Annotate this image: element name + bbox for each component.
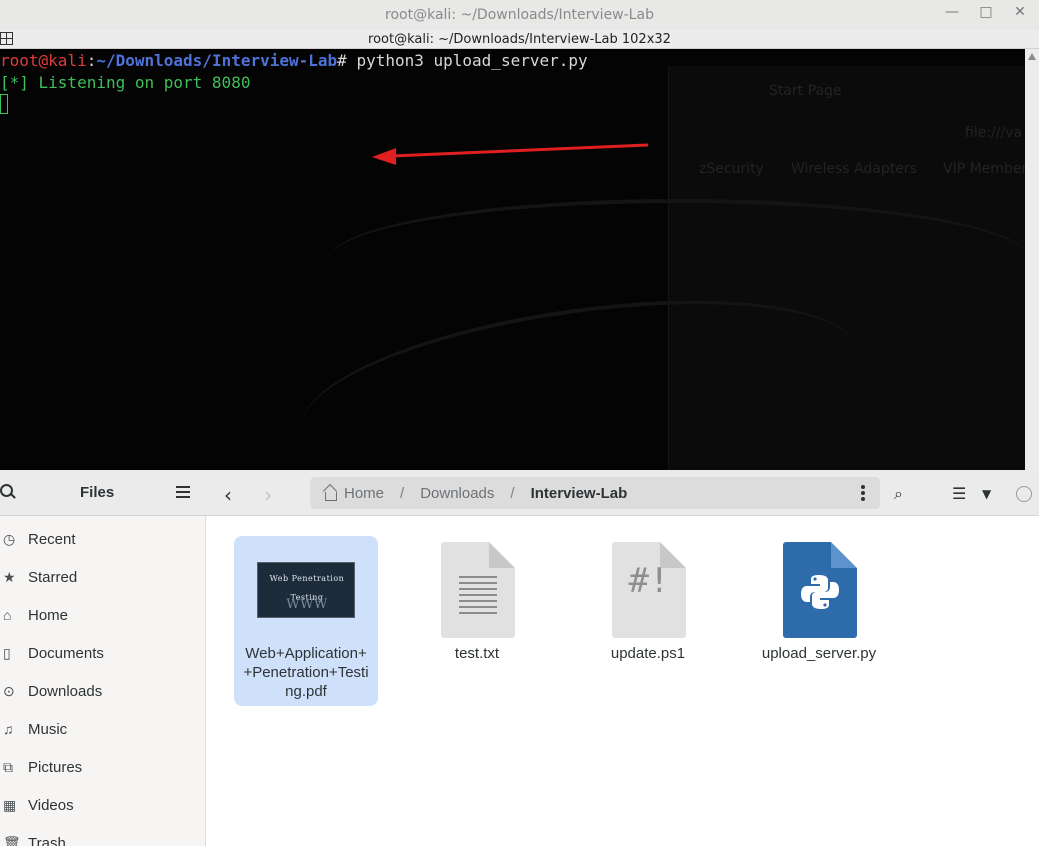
home-icon [324, 487, 338, 501]
sidebar-item-label: Starred [28, 568, 78, 586]
terminal-body[interactable]: Start Page file:///va zSecurity Wireless… [0, 49, 1025, 470]
document-icon: ▯ [3, 644, 11, 661]
sidebar-item-downloads[interactable]: ⊙ Downloads [0, 672, 205, 710]
sidebar-item-music[interactable]: ♫ Music [0, 710, 205, 748]
pdf-thumbnail-subtitle: WWW [286, 597, 328, 612]
sidebar-item-documents[interactable]: ▯ Documents [0, 634, 205, 672]
search-icon[interactable] [0, 484, 18, 502]
file-item-py[interactable]: upload_server.py [747, 536, 891, 706]
picture-icon: ⧉ [3, 758, 13, 775]
sidebar-item-label: Videos [28, 796, 74, 814]
close-button[interactable]: ✕ [1010, 4, 1030, 20]
sidebar-item-videos[interactable]: ▦ Videos [0, 786, 205, 824]
sidebar-item-label: Trash [28, 834, 66, 846]
star-icon: ★ [3, 568, 16, 585]
files-toolbar: ‹ › Home / Downloads / Interview-Lab ⌕ ☰… [206, 470, 1039, 516]
forward-button[interactable]: › [264, 483, 272, 507]
sidebar-item-pictures[interactable]: ⧉ Pictures [0, 748, 205, 786]
breadcrumb-separator: / [400, 484, 405, 502]
video-icon: ▦ [3, 796, 17, 813]
sidebar-item-trash[interactable]: 🗑 Trash [0, 824, 205, 846]
breadcrumb: Home / Downloads / Interview-Lab [310, 477, 880, 509]
sidebar-item-label: Recent [28, 530, 76, 548]
more-options-icon[interactable] [861, 485, 865, 501]
breadcrumb-downloads[interactable]: Downloads [420, 485, 494, 502]
sidebar-item-label: Pictures [28, 758, 83, 776]
breadcrumb-separator: / [510, 484, 515, 502]
pdf-thumbnail-icon: Web Penetration Testing WWW [257, 562, 355, 618]
breadcrumb-home[interactable]: Home [344, 485, 384, 502]
file-name: update.ps1 [610, 645, 686, 662]
home-icon: ⌂ [3, 607, 12, 623]
files-window: Files ◷ Recent ★ Starred ⌂ Home ▯ Documents … [0, 470, 1039, 846]
annotation-arrow [372, 143, 649, 165]
hamburger-menu-icon[interactable] [176, 486, 190, 498]
sidebar-title: Files [80, 484, 115, 501]
back-button[interactable]: ‹ [224, 483, 232, 507]
music-icon: ♫ [3, 721, 14, 737]
terminal-tab-title: root@kali: ~/Downloads/Interview-Lab 102… [368, 31, 671, 47]
sidebar-item-label: Downloads [28, 682, 103, 700]
clock-icon: ◷ [3, 530, 16, 547]
file-item-pdf[interactable]: Web Penetration Testing WWW Web+Applicat… [234, 536, 378, 706]
sidebar-header: Files [0, 470, 206, 516]
text-file-icon [441, 542, 515, 638]
sidebar-item-starred[interactable]: ★ Starred [0, 558, 205, 596]
file-item-txt[interactable]: test.txt [405, 536, 549, 706]
python-file-icon [783, 542, 857, 638]
minimize-button[interactable]: — [942, 4, 962, 20]
sidebar-item-label: Music [28, 720, 68, 738]
script-glyph: #! [628, 561, 670, 601]
terminal-titlebar: root@kali: ~/Downloads/Interview-Lab — □… [0, 0, 1039, 30]
status-indicator-icon [1016, 486, 1032, 502]
breadcrumb-current[interactable]: Interview-Lab [531, 485, 628, 502]
split-view-icon[interactable] [0, 32, 13, 45]
file-name: Web+Application+ +Penetration+Testi ng.p… [243, 645, 369, 700]
sidebar-item-home[interactable]: ⌂ Home [0, 596, 205, 634]
terminal-tabbar: root@kali: ~/Downloads/Interview-Lab 102… [0, 30, 1039, 49]
trash-icon: 🗑 [3, 834, 21, 846]
chevron-down-icon[interactable]: ▼ [982, 487, 991, 501]
sidebar: Files ◷ Recent ★ Starred ⌂ Home ▯ Documents … [0, 470, 206, 846]
download-icon: ⊙ [3, 682, 15, 699]
terminal-scrollbar[interactable] [1025, 49, 1039, 470]
file-item-ps1[interactable]: #! update.ps1 [576, 536, 720, 706]
maximize-button[interactable]: □ [976, 4, 996, 20]
list-view-icon[interactable]: ☰ [952, 484, 966, 503]
sidebar-item-label: Documents [28, 644, 104, 662]
file-name: test.txt [454, 645, 500, 662]
file-name: upload_server.py [761, 645, 877, 662]
terminal-window-title: root@kali: ~/Downloads/Interview-Lab [385, 7, 654, 23]
search-folder-icon[interactable]: ⌕ [894, 484, 903, 504]
sidebar-item-label: Home [28, 606, 69, 624]
script-file-icon: #! [612, 542, 686, 638]
sidebar-item-recent[interactable]: ◷ Recent [0, 520, 205, 558]
